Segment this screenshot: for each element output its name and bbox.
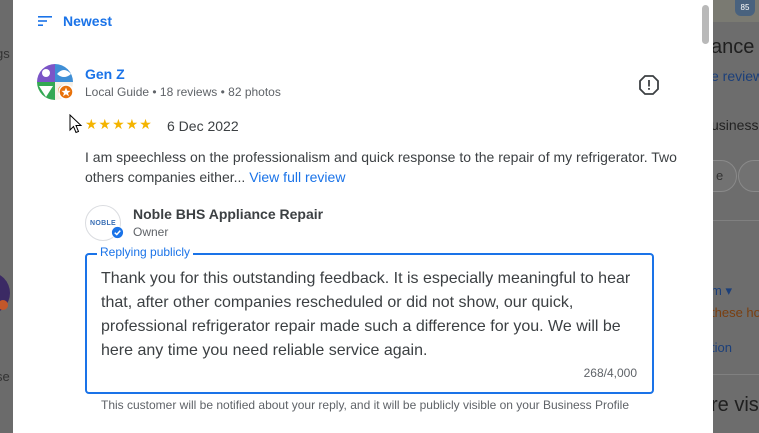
sort-label: Newest [63,13,113,29]
background-divider [713,220,759,221]
reviewer-name[interactable]: Gen Z [85,66,125,82]
view-full-review-link[interactable]: View full review [249,169,345,185]
background-dropdown: m ▾ [713,283,732,298]
scrollbar-thumb[interactable] [702,5,709,44]
reply-dialog: Newest Gen Z Local Guide • 18 reviews • … [13,0,713,433]
background-divider [713,374,759,375]
background-text-fragment: gs [0,46,10,61]
mouse-cursor-icon [69,114,83,134]
reply-visibility-notice: This customer will be notified about you… [101,398,630,412]
background-reviews-link: e review [713,68,759,84]
reply-text[interactable]: Thank you for this outstanding feedback.… [101,267,641,363]
background-page-left: gs se [0,0,13,433]
review-body: I am speechless on the professionalism a… [85,149,677,185]
reviewer-avatar[interactable] [37,64,73,100]
background-action-button: e [713,160,737,192]
background-text-fragment: usiness [713,117,759,133]
review-date: 6 Dec 2022 [167,118,239,134]
owner-role: Owner [133,225,169,239]
review-text: I am speechless on the professionalism a… [85,147,685,187]
report-icon[interactable] [639,75,659,95]
background-link: tion [713,340,732,355]
sort-button[interactable]: Newest [37,13,112,29]
sort-icon [38,16,52,26]
character-counter: 268/4,000 [583,366,637,380]
owner-name: Noble BHS Appliance Repair [133,206,324,222]
background-heading: re visi [713,394,759,416]
verified-badge-icon [111,226,124,239]
background-text-fragment: se [0,369,10,384]
background-text-fragment: these ho [713,305,759,320]
highway-shield-icon: 85 [735,0,755,16]
background-action-button [738,160,759,192]
background-avatar [0,272,10,314]
background-page-right: 85 ance e review usiness e m ▾ these ho … [713,0,759,433]
reply-field-label: Replying publicly [97,245,194,259]
star-rating: ★★★★★ [85,116,153,132]
reviewer-meta: Local Guide • 18 reviews • 82 photos [85,85,281,99]
background-business-title: ance [713,36,755,58]
